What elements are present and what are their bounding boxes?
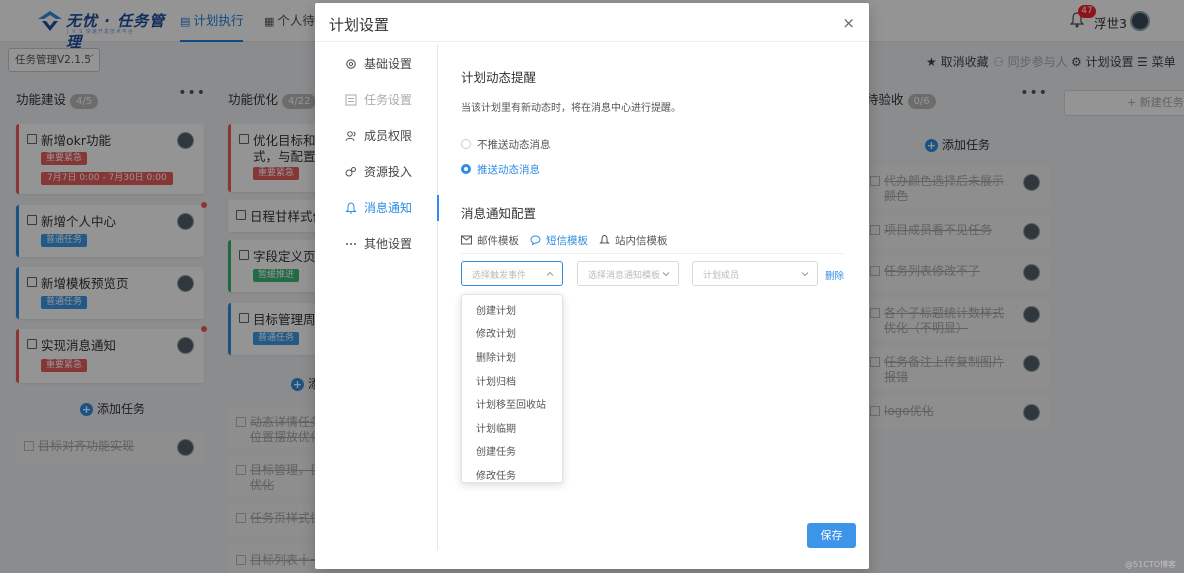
radio-circle <box>461 139 471 149</box>
radio-circle <box>461 164 471 174</box>
radio-push[interactable]: 推送动态消息 <box>461 162 571 176</box>
chevron-down-icon <box>801 272 809 277</box>
plan-settings-modal: 计划设置 × 基础设置 任务设置 成员权限 资源投入 消息通知 其他设置 计划动… <box>315 3 869 569</box>
watermark: @51CTO博客 <box>1125 560 1176 569</box>
nav-other-settings[interactable]: 其他设置 <box>315 231 438 257</box>
chat-icon <box>530 235 541 245</box>
settings-side-nav: 基础设置 任务设置 成员权限 资源投入 消息通知 其他设置 <box>315 45 439 550</box>
dropdown-option[interactable]: 修改计划 <box>462 324 562 346</box>
trigger-event-select[interactable]: 选择触发事件 <box>461 261 563 286</box>
divider <box>461 253 844 254</box>
more-icon <box>346 243 356 245</box>
users-icon <box>345 131 356 142</box>
bell-icon <box>345 202 357 214</box>
radio-no-push[interactable]: 不推送动态消息 <box>461 137 571 151</box>
trigger-event-dropdown: 创建计划 修改计划 删除计划 计划归档 计划移至回收站 计划临期 创建任务 修改… <box>461 294 563 483</box>
section-title-notification-config: 消息通知配置 <box>461 206 537 221</box>
nav-basic-settings[interactable]: 基础设置 <box>315 51 438 77</box>
resource-icon <box>345 167 356 177</box>
dropdown-option[interactable]: 计划移至回收站 <box>462 395 562 417</box>
nav-message-notification[interactable]: 消息通知 <box>315 195 439 221</box>
mail-icon <box>461 235 472 245</box>
bell-icon <box>599 235 610 244</box>
dropdown-option[interactable]: 计划临期 <box>462 419 562 441</box>
chevron-up-icon <box>546 271 554 276</box>
section-description: 当该计划里有新动态时，将在消息中心进行提醒。 <box>461 103 681 114</box>
dropdown-option[interactable]: 修改任务 <box>462 466 562 482</box>
sliders-icon <box>345 94 357 106</box>
modal-title: 计划设置 <box>329 16 390 34</box>
dropdown-option[interactable]: 计划归档 <box>462 372 562 394</box>
gear-icon <box>346 59 356 69</box>
tab-inbox-template[interactable]: 站内信模板 <box>599 233 669 249</box>
nav-member-permissions[interactable]: 成员权限 <box>315 123 438 149</box>
tab-sms-template[interactable]: 短信模板 <box>530 233 590 249</box>
save-button[interactable]: 保存 <box>807 523 856 548</box>
notification-template-select[interactable]: 选择消息通知模板 <box>577 261 679 286</box>
nav-task-settings[interactable]: 任务设置 <box>315 87 438 113</box>
tab-email-template[interactable]: 邮件模板 <box>461 233 521 249</box>
settings-content: 计划动态提醒 当该计划里有新动态时，将在消息中心进行提醒。 不推送动态消息 推送… <box>461 3 851 569</box>
dropdown-option[interactable]: 创建计划 <box>462 301 562 323</box>
nav-resource-input[interactable]: 资源投入 <box>315 159 438 185</box>
dropdown-option[interactable]: 创建任务 <box>462 442 562 464</box>
section-title-dynamic-reminder: 计划动态提醒 <box>461 70 537 85</box>
plan-member-select[interactable]: 计划成员 <box>692 261 818 286</box>
dropdown-option[interactable]: 删除计划 <box>462 348 562 370</box>
chevron-down-icon <box>662 272 670 277</box>
delete-link[interactable]: 删除 <box>825 268 844 282</box>
